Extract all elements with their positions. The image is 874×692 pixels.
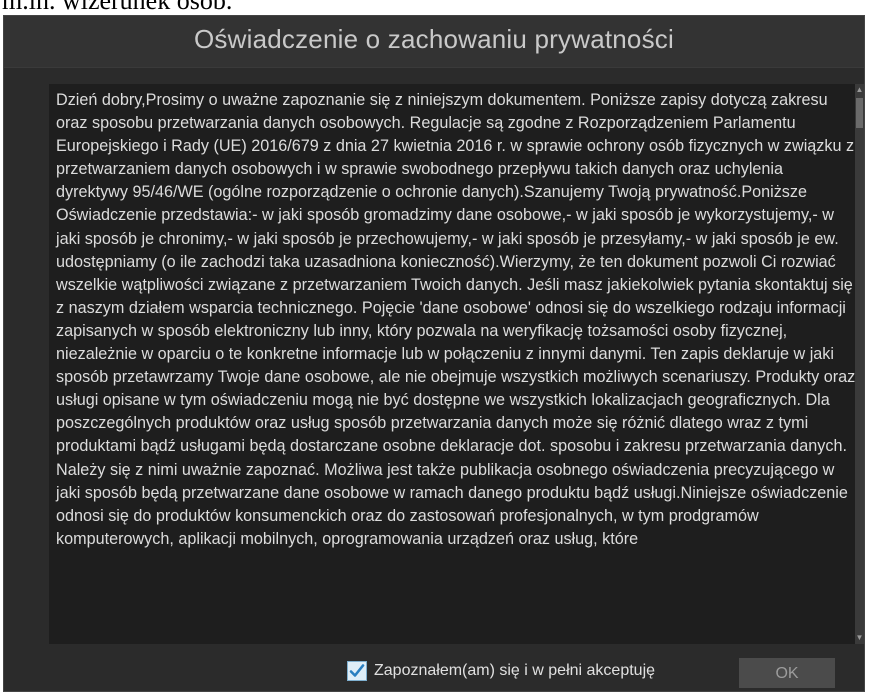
ok-button[interactable]: OK [739, 658, 835, 688]
accept-checkbox[interactable] [347, 661, 367, 681]
policy-text: Dzień dobry,Prosimy o uważne zapoznanie … [56, 91, 856, 548]
scroll-up-arrow-icon[interactable]: ▲ [855, 84, 864, 96]
policy-scrollbar[interactable]: ▲ ▼ [855, 84, 864, 644]
dialog-header: Oświadczenie o zachowaniu prywatności [4, 16, 864, 68]
privacy-dialog: Oświadczenie o zachowaniu prywatności Dz… [3, 15, 865, 692]
checkmark-icon [349, 664, 365, 677]
accept-checkbox-row[interactable]: Zapoznałem(am) się i w pełni akceptuję [347, 661, 655, 681]
dialog-title: Oświadczenie o zachowaniu prywatności [194, 24, 674, 54]
accept-label: Zapoznałem(am) się i w pełni akceptuję [374, 662, 656, 679]
dialog-footer: Zapoznałem(am) się i w pełni akceptuję O… [4, 646, 864, 692]
background-document-text: m.in. wizerunek osób. [2, 0, 233, 15]
policy-text-panel[interactable]: Dzień dobry,Prosimy o uważne zapoznanie … [49, 84, 859, 644]
scroll-down-arrow-icon[interactable]: ▼ [855, 632, 864, 644]
scroll-thumb[interactable] [856, 98, 863, 128]
